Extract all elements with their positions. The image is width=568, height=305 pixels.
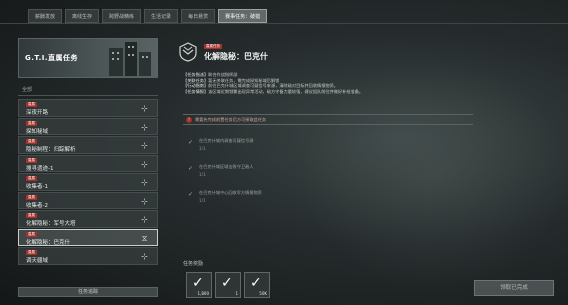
mission-tag: 直属 — [26, 176, 37, 181]
mission-item[interactable]: 直属化解隐秘：巴克什 ⧖ — [18, 228, 158, 246]
mission-item[interactable]: 直属收集者-2 ⊹ — [18, 191, 158, 209]
check-icon: ✓ — [188, 165, 194, 172]
objective-progress: 1/1 — [199, 146, 206, 151]
mission-tag: 直属 — [26, 213, 37, 218]
tab-1[interactable]: 离线生存 — [65, 9, 100, 23]
reward-item-0[interactable]: ✓ 1,800 — [186, 272, 212, 298]
mission-item[interactable]: 直属探知秘域 ⊹ — [18, 117, 158, 135]
objective-progress: 1/1 — [199, 198, 206, 203]
claim-reward-button[interactable]: 领取已完成 — [474, 280, 554, 296]
mission-title: 探知秘域 — [26, 128, 49, 135]
check-icon: ✓ — [250, 275, 262, 291]
track-mission-button[interactable]: 任务追踪 — [18, 287, 158, 297]
faction-emblem-icon — [179, 42, 197, 62]
objective-text: 在巴克什城区域击败守卫敌人 — [199, 164, 254, 169]
mission-item[interactable]: 直属深夜开路 ⊹ — [18, 99, 158, 117]
mission-tag: 直属 — [26, 102, 37, 107]
mission-item[interactable]: 直属搜寻遗迹-1 ⊹ — [18, 154, 158, 172]
background-fog — [300, 60, 568, 290]
check-icon: ✓ — [192, 275, 204, 291]
mission-title: 深夜开路 — [26, 110, 49, 116]
mission-title: 隐秘制程：归踪解析 — [26, 147, 76, 153]
tab-4[interactable]: 每日悬赏 — [181, 9, 216, 23]
mission-tag: 直属 — [26, 120, 37, 126]
mission-title: 收集者-1 — [26, 184, 48, 190]
detail-tag: 直属任务 — [204, 44, 222, 49]
compass-icon: ⊹ — [141, 215, 148, 224]
mission-filter-dropdown[interactable]: 全部 — [18, 86, 158, 96]
check-icon: ✓ — [188, 139, 194, 146]
tab-divider — [0, 23, 568, 24]
compass-icon: ⊹ — [141, 122, 148, 132]
compass-icon: ⊹ — [141, 104, 148, 113]
reward-quantity: 1,800 — [197, 291, 209, 296]
mission-title: 化解隐秘：军号大塔 — [26, 221, 76, 227]
reward-label: 任务奖励 — [183, 261, 204, 267]
objective-progress: 1/1 — [199, 172, 206, 177]
compass-icon: ⊹ — [141, 252, 148, 261]
mission-tag: 直属 — [26, 231, 37, 237]
building-icon — [109, 42, 151, 76]
mission-tag: 直属 — [26, 157, 37, 163]
warning-icon: ! — [186, 117, 192, 123]
mission-tag: 直属 — [26, 250, 37, 255]
mission-item[interactable]: 直属隐秘制程：归踪解析 ⊹ — [18, 136, 158, 154]
mission-item[interactable]: 直属化解隐秘：军号大塔 ⊹ — [18, 210, 158, 228]
objective-text: 在巴克什城内调查可疑信号源 — [199, 138, 254, 143]
mission-tag: 直属 — [26, 139, 37, 144]
detail-title: 化解隐秘：巴克什 — [204, 52, 268, 61]
tab-5[interactable]: 赛事任务：破猎 — [218, 9, 268, 23]
check-icon: ✓ — [188, 191, 194, 198]
banner-title: G.T.I.直属任务 — [25, 54, 79, 62]
reward-quantity: 50K — [259, 291, 267, 296]
reward-item-2[interactable]: ✓ 50K — [244, 272, 270, 298]
mission-tag: 直属 — [26, 194, 37, 200]
objective-text: 在巴克什城中心回收军方情报物资 — [199, 190, 262, 195]
mission-item[interactable]: 直属收集者-1 ⊹ — [18, 173, 158, 191]
compass-icon: ⊹ — [141, 178, 148, 187]
mission-category-banner: G.T.I.直属任务 — [18, 38, 158, 78]
compass-icon: ⊹ — [141, 159, 148, 169]
reward-quantity: 1 — [235, 291, 238, 296]
mission-title: 搜寻遗迹-1 — [26, 165, 54, 172]
reward-item-1[interactable]: ✓ 1 — [215, 272, 241, 298]
mission-list: 直属 深夜开路 ⊹ 直属 探知秘域 ⊹ 直属 隐秘制程：归踪解析 ⊹ 直属 搜寻遗迹-1 ⊹ 直属 收集者… — [18, 99, 158, 277]
mission-info: 【任务指派】联合作战指挥部 【关联任务】暂无关联任务，需完成探知秘域后解锁 【行… — [183, 72, 463, 94]
top-tab-bar: 薪酬发放 离线生存 跨野战精练 生活记录 每日悬赏 赛事任务：破猎 — [28, 9, 268, 23]
mission-item[interactable]: 直属调天疆域 ⊹ — [18, 247, 158, 265]
tracking-icon: ⧖ — [141, 233, 148, 243]
mission-title: 调天疆域 — [26, 258, 49, 264]
tab-2[interactable]: 跨野战精练 — [102, 9, 142, 23]
prerequisite-warning: ! 需要先完成前置任务后方可接取此任务 — [183, 114, 473, 125]
tab-0[interactable]: 薪酬发放 — [28, 9, 63, 23]
info-line-3: 【任务情报】该区域近期频繁出现异常活动，敌方守备力量较强，建议组队前往并做好补给… — [183, 88, 364, 94]
compass-icon: ⊹ — [141, 141, 148, 150]
check-icon: ✓ — [221, 275, 233, 291]
mission-title: 收集者-2 — [26, 202, 48, 209]
compass-icon: ⊹ — [141, 196, 148, 206]
tab-3[interactable]: 生活记录 — [144, 9, 179, 23]
warning-text: 需要先完成前置任务后方可接取此任务 — [195, 117, 267, 122]
mission-title: 化解隐秘：巴克什 — [26, 239, 71, 246]
